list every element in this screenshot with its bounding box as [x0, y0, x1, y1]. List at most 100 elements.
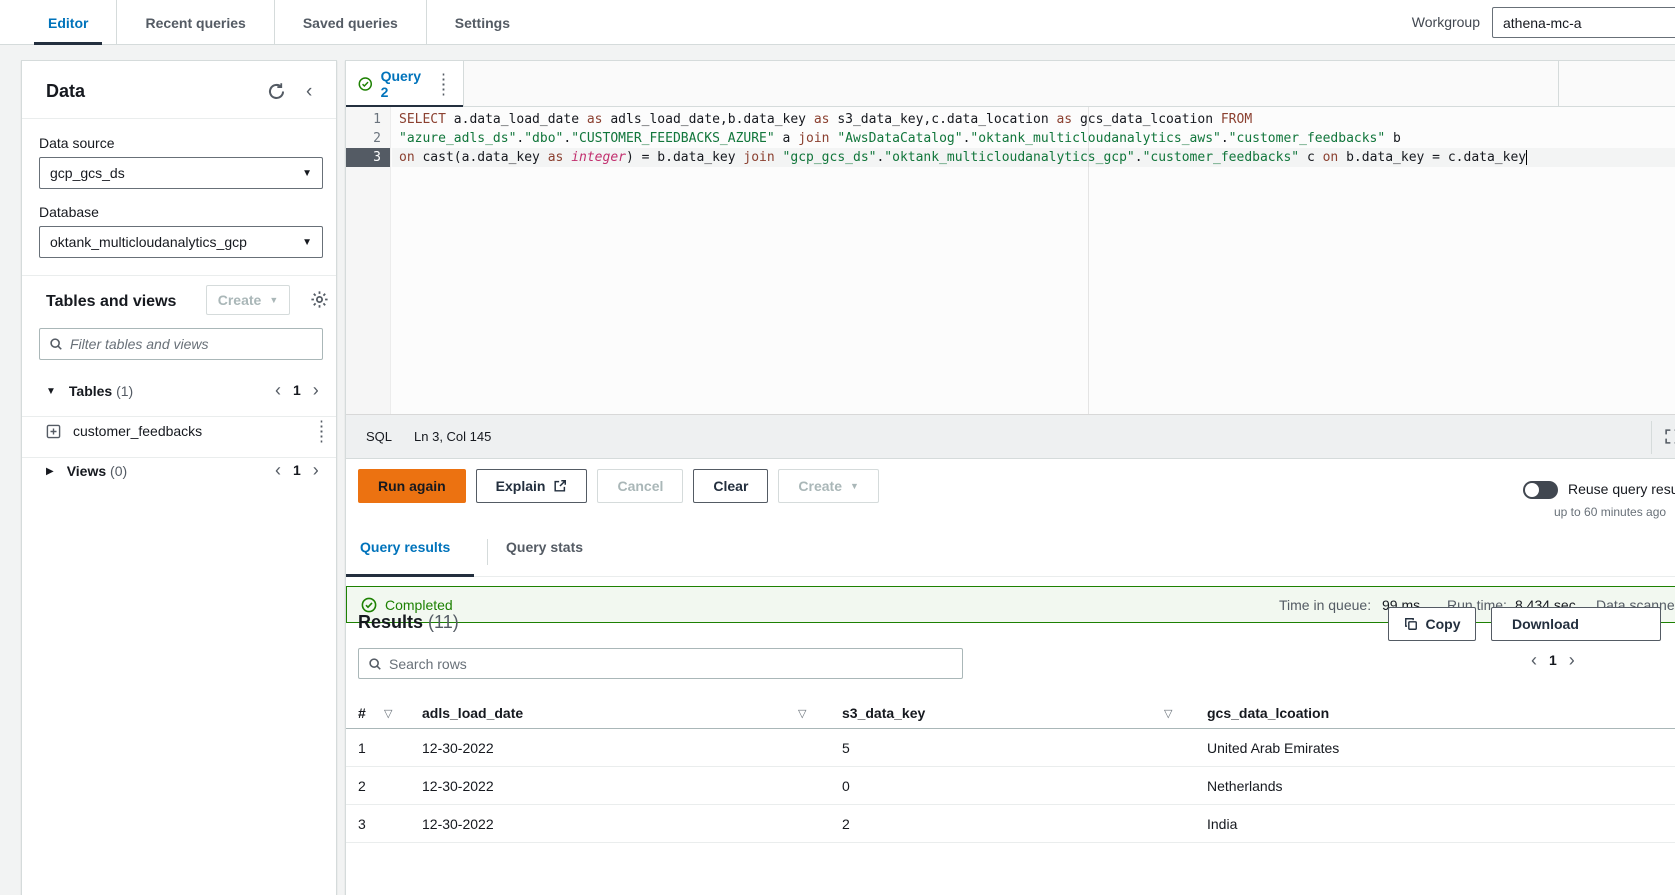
data-source-select[interactable]: gcp_gcs_ds ▼ — [39, 157, 323, 189]
create-table-button[interactable]: Create ▼ — [206, 285, 290, 315]
tab-saved-queries[interactable]: Saved queries — [275, 0, 427, 45]
clear-label: Clear — [713, 478, 749, 494]
views-page-number: 1 — [293, 462, 301, 478]
table-row[interactable]: 1 12-30-2022 5 United Arab Emirates — [346, 729, 1675, 767]
table-cell: 12-30-2022 — [422, 778, 494, 794]
explain-button[interactable]: Explain — [475, 469, 588, 503]
search-rows-input[interactable]: Search rows — [358, 648, 963, 679]
code-line: SELECT a.data_load_date as adls_load_dat… — [399, 112, 1253, 127]
table-item-customer-feedbacks[interactable]: customer_feedbacks — [46, 423, 202, 439]
search-rows-placeholder: Search rows — [389, 655, 467, 672]
tables-views-title: Tables and views — [46, 293, 177, 310]
workgroup-value: athena-mc-a — [1503, 14, 1582, 31]
copy-label: Copy — [1425, 616, 1461, 632]
table-cell: Netherlands — [1207, 778, 1283, 794]
table-row[interactable]: 2 12-30-2022 0 Netherlands — [346, 767, 1675, 805]
filter-tables-input[interactable]: Filter tables and views — [39, 328, 323, 360]
chevron-down-icon: ▼ — [850, 481, 859, 491]
language-indicator: SQL — [366, 429, 393, 444]
time-in-queue-label: Time in queue: — [1279, 596, 1372, 613]
table-row[interactable]: 3 12-30-2022 2 India — [346, 805, 1675, 843]
data-panel: Data ‹ Data source gcp_gcs_ds ▼ Database… — [21, 60, 337, 895]
tab-editor[interactable]: Editor — [20, 0, 118, 45]
sql-code-editor[interactable]: 1 2 3 SELECT a.data_load_date as adls_load… — [346, 107, 1675, 414]
reuse-results-sublabel: up to 60 minutes ago — [1554, 505, 1667, 519]
query-tabbar: Query 2 ⋮ ⋮ ⋮ — [346, 61, 1675, 108]
run-again-button[interactable]: Run again — [358, 469, 466, 503]
column-header-s3-data-key[interactable]: s3_data_key — [842, 705, 925, 721]
create-button[interactable]: Create ▼ — [778, 469, 879, 503]
results-pagination: ‹ 1 › — [1531, 651, 1575, 669]
table-cell: India — [1207, 816, 1238, 832]
line-number: 1 — [373, 112, 381, 127]
clear-button[interactable]: Clear — [693, 469, 769, 503]
text-cursor — [1526, 150, 1528, 165]
column-filter-icon[interactable]: ▽ — [384, 707, 392, 720]
collapse-panel-icon[interactable]: ‹ — [306, 81, 326, 102]
divider — [1651, 421, 1652, 454]
results-page-number: 1 — [1549, 652, 1557, 668]
column-header-adls-load-date[interactable]: adls_load_date — [422, 705, 523, 721]
chevron-down-icon: ▼ — [302, 167, 312, 179]
tab-editor-label: Editor — [48, 14, 89, 31]
page-next-icon[interactable]: › — [313, 381, 319, 399]
triangle-right-icon: ▶ — [46, 465, 54, 477]
chevron-down-icon: ▼ — [302, 236, 312, 248]
reuse-results-toggle[interactable] — [1523, 481, 1558, 499]
tab-settings[interactable]: Settings — [427, 0, 538, 45]
tab-recent-queries[interactable]: Recent queries — [117, 0, 275, 45]
editor-gutter: 1 2 3 — [346, 107, 391, 414]
column-filter-icon[interactable]: ▽ — [1164, 707, 1172, 720]
database-label: Database — [39, 204, 99, 220]
download-button[interactable]: Download — [1491, 607, 1661, 641]
divider — [1558, 61, 1559, 106]
search-icon — [50, 338, 62, 350]
query-tab-menu-icon[interactable]: ⋮ ⋮ ⋮ — [436, 72, 451, 97]
create-label: Create — [798, 478, 843, 494]
table-item-label: customer_feedbacks — [73, 423, 203, 439]
active-tab-underline — [346, 574, 474, 577]
views-pagination: ‹ 1 › — [275, 461, 319, 479]
cancel-label: Cancel — [617, 478, 664, 494]
page-prev-icon[interactable]: ‹ — [275, 461, 281, 479]
cancel-button[interactable]: Cancel — [597, 469, 684, 503]
table-cell: 1 — [358, 740, 366, 756]
table-cell: United Arab Emirates — [1207, 740, 1340, 756]
tables-page-number: 1 — [293, 382, 301, 398]
table-cell: 5 — [842, 740, 850, 756]
database-select[interactable]: oktank_multicloudanalytics_gcp ▼ — [39, 226, 323, 258]
create-table-label: Create — [217, 292, 262, 308]
divider — [22, 457, 336, 458]
triangle-down-icon: ▼ — [46, 385, 56, 397]
tab-query-results[interactable]: Query results — [360, 539, 450, 555]
tab-query-stats[interactable]: Query stats — [506, 539, 583, 555]
views-section-header[interactable]: ▶ Views (0) — [46, 463, 127, 479]
query-tab[interactable]: Query 2 ⋮ ⋮ ⋮ — [346, 61, 464, 108]
refresh-icon[interactable] — [267, 82, 287, 102]
expand-plus-icon[interactable] — [46, 424, 61, 439]
tables-section-header[interactable]: ▼ Tables (1) — [46, 383, 133, 399]
copy-button[interactable]: Copy — [1388, 607, 1476, 641]
workgroup-select[interactable]: athena-mc-a — [1492, 7, 1675, 38]
page-next-icon[interactable]: › — [313, 461, 319, 479]
table-item-menu-icon[interactable]: ⋮ ⋮ ⋮ — [314, 419, 329, 444]
tab-recent-queries-label: Recent queries — [145, 14, 246, 31]
divider — [22, 416, 336, 417]
query-action-buttons: Run again Explain Cancel Clear Create ▼ — [358, 469, 879, 503]
divider — [22, 118, 336, 119]
column-header-index[interactable]: # — [358, 705, 366, 721]
data-panel-title: Data — [46, 81, 86, 101]
page-next-icon[interactable]: › — [1569, 651, 1575, 669]
page-prev-icon[interactable]: ‹ — [275, 381, 281, 399]
column-header-gcs-data-lcoation[interactable]: gcs_data_lcoation — [1207, 705, 1329, 721]
fullscreen-icon[interactable] — [1664, 428, 1675, 445]
query-editor-panel: Query 2 ⋮ ⋮ ⋮ 1 2 3 SELECT a.data_load_date … — [345, 60, 1675, 895]
top-tabs: Editor Recent queries Saved queries Sett… — [20, 0, 538, 45]
column-filter-icon[interactable]: ▽ — [798, 707, 806, 720]
gear-icon[interactable] — [310, 290, 330, 310]
search-icon — [369, 657, 381, 670]
results-count: (11) — [428, 612, 459, 632]
tables-label: Tables — [68, 383, 113, 399]
query-tab-label: Query 2 — [380, 68, 422, 100]
page-prev-icon[interactable]: ‹ — [1531, 651, 1537, 669]
